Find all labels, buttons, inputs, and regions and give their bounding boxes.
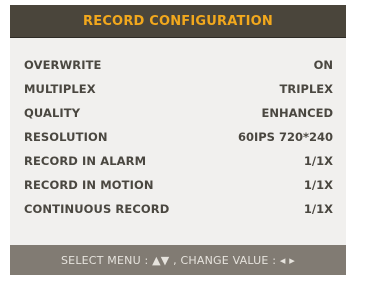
settings-list: OVERWRITE ON MULTIPLEX TRIPLEX QUALITY E… (10, 47, 346, 221)
navigation-hint-text: SELECT MENU : ▲▼ , CHANGE VALUE : ◂ ▸ (61, 253, 295, 267)
setting-row-quality[interactable]: QUALITY ENHANCED (10, 101, 346, 125)
setting-label: RECORD IN ALARM (24, 154, 147, 168)
setting-row-record-in-motion[interactable]: RECORD IN MOTION 1/1X (10, 173, 346, 197)
setting-value[interactable]: 1/1X (304, 178, 333, 192)
setting-label: MULTIPLEX (24, 82, 96, 96)
setting-value[interactable]: 1/1X (304, 154, 333, 168)
setting-label: OVERWRITE (24, 58, 102, 72)
setting-row-multiplex[interactable]: MULTIPLEX TRIPLEX (10, 77, 346, 101)
setting-row-overwrite[interactable]: OVERWRITE ON (10, 53, 346, 77)
setting-value[interactable]: TRIPLEX (280, 82, 333, 96)
setting-row-continuous-record[interactable]: CONTINUOUS RECORD 1/1X (10, 197, 346, 221)
navigation-hint-bar: SELECT MENU : ▲▼ , CHANGE VALUE : ◂ ▸ (10, 245, 346, 275)
setting-label: RECORD IN MOTION (24, 178, 154, 192)
record-configuration-menu: RECORD CONFIGURATION OVERWRITE ON MULTIP… (10, 5, 346, 275)
setting-value[interactable]: 60IPS 720*240 (238, 130, 333, 144)
setting-row-resolution[interactable]: RESOLUTION 60IPS 720*240 (10, 125, 346, 149)
setting-label: RESOLUTION (24, 130, 108, 144)
menu-title-bar: RECORD CONFIGURATION (10, 5, 346, 38)
setting-label: QUALITY (24, 106, 81, 120)
setting-value[interactable]: ON (314, 58, 333, 72)
menu-title: RECORD CONFIGURATION (83, 13, 273, 29)
setting-row-record-in-alarm[interactable]: RECORD IN ALARM 1/1X (10, 149, 346, 173)
setting-value[interactable]: ENHANCED (262, 106, 333, 120)
setting-label: CONTINUOUS RECORD (24, 202, 170, 216)
setting-value[interactable]: 1/1X (304, 202, 333, 216)
